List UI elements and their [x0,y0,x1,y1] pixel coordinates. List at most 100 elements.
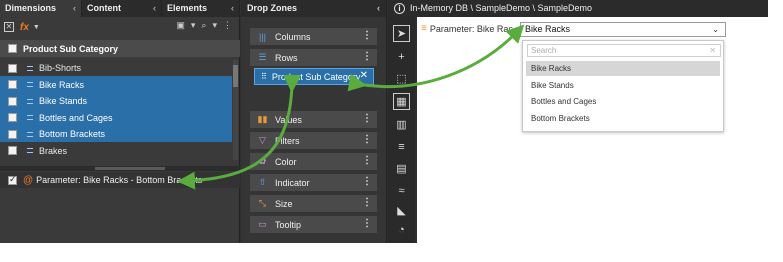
member-checkbox[interactable] [8,80,17,90]
tab-label: Content [87,3,121,13]
more-icon[interactable]: ⋮ [362,51,372,62]
member-label: Bottom Brackets [39,129,106,140]
zone-size[interactable]: ⤡ Size ⋮ [250,195,377,212]
palette-icon: ✿ [258,156,267,166]
drag-handle-icon[interactable]: ⠿ [261,72,267,81]
selected-value: Bike Racks [525,24,571,34]
member-checkbox[interactable] [8,96,17,106]
level-icon [27,82,33,88]
more-icon[interactable]: ⋮ [362,218,372,229]
member-checkbox[interactable] [8,63,17,73]
hierarchy-header[interactable]: Product Sub Category [0,40,240,57]
breadcrumb: In-Memory DB \ SampleDemo \ SampleDemo [410,3,593,13]
chevron-down-icon[interactable]: ⌄ [712,23,719,36]
tab-content[interactable]: Content ‹ [82,0,162,17]
more-icon[interactable]: ⋮ [223,20,232,31]
more-icon[interactable]: ⋮ [362,30,372,41]
zone-columns[interactable]: ||| Columns ⋮ [250,28,377,45]
parameter-item[interactable]: @ Parameter: Bike Racks - Bottom Bracket… [0,172,240,188]
area-chart-icon[interactable]: ◣ [393,203,410,220]
rows-chip[interactable]: ⠿ Product Sub Category ✕ [254,68,374,85]
report-canvas[interactable]: ≡ Parameter: Bike Rac... Bike Racks ⌄ Se… [417,17,768,243]
more-icon[interactable]: ⋮ [362,197,372,208]
list-item[interactable]: Bottom Brackets [0,125,232,143]
grid-icon[interactable]: ▤ [393,161,410,178]
chevron-left-icon[interactable]: ‹ [377,0,380,17]
close-icon[interactable]: ✕ [709,45,716,56]
search-icon[interactable]: ⌕ [201,20,206,31]
zone-label: Columns [275,31,311,42]
parameter-dropdown[interactable]: Bike Racks ⌄ [520,22,726,37]
zone-tooltip[interactable]: ▭ Tooltip ⋮ [250,216,377,233]
chevron-down-icon[interactable]: ▾ [191,20,196,31]
zone-label: Color [275,156,297,167]
line-chart-icon[interactable]: ≈ [393,183,410,200]
chevron-left-icon[interactable]: ‹ [73,0,76,17]
member-label: Bib-Shorts [39,63,82,74]
bar-chart-icon[interactable]: ▥ [393,117,410,134]
level-icon [27,148,33,154]
list-item[interactable]: Bib-Shorts [0,60,232,76]
chevron-down-icon[interactable]: ▼ [33,24,40,31]
parameter-label: Parameter: Bike Racks - Bottom Brackets [36,175,203,185]
size-icon: ⤡ [258,198,267,208]
formula-icon[interactable]: fx [20,22,29,33]
search-input[interactable]: Search ✕ [527,44,721,57]
zone-label: Size [275,198,293,209]
tab-elements[interactable]: Elements ‹ [162,0,240,17]
zone-filters[interactable]: ▽ Filters ⋮ [250,132,377,149]
scrollbar-thumb[interactable] [233,65,238,87]
parameter-icon: ≡ [421,23,427,34]
dropdown-option[interactable]: Bike Racks [526,61,720,76]
toolbar-right-tools: ▣ ▾ ⌕ ▾ ⋮ [176,20,232,31]
zone-indicator[interactable]: ⇧ Indicator ⋮ [250,174,377,191]
zone-label: Indicator [275,177,310,188]
pie-chart-icon[interactable]: ◔ [393,222,410,239]
zone-rows[interactable]: ☰ Rows ⋮ [250,49,377,66]
more-icon[interactable]: ⋮ [362,113,372,124]
dropdown-option[interactable]: Bottles and Cages [526,94,720,109]
clear-selection-icon[interactable]: ✕ [4,22,14,32]
zone-label: Filters [275,135,300,146]
zone-color[interactable]: ✿ Color ⋮ [250,153,377,170]
columns-icon: ||| [258,31,266,42]
member-label: Bottles and Cages [39,112,113,123]
chevron-left-icon[interactable]: ‹ [231,0,234,17]
close-icon[interactable]: ✕ [360,70,368,81]
list-item[interactable]: Bike Stands [0,92,232,110]
chevron-down-icon[interactable]: ▾ [212,20,217,31]
list-item[interactable]: Bike Racks [0,76,232,93]
marquee-select-icon[interactable]: ⬚ [393,71,410,88]
member-checkbox[interactable] [8,113,17,123]
list-item[interactable]: Bottles and Cages [0,109,232,126]
more-icon[interactable]: ⋮ [362,155,372,166]
left-panel: Dimensions ‹ Content ‹ Elements ‹ ✕ fx ▼… [0,0,240,243]
parameter-selector-label: ≡ Parameter: Bike Rac... [421,23,520,34]
horizontal-scrollbar[interactable] [0,166,240,171]
member-label: Brakes [39,145,68,156]
crosshair-icon[interactable]: + [393,49,410,66]
zone-values[interactable]: ▮▮ Values ⋮ [250,111,377,128]
chevron-left-icon[interactable]: ‹ [153,0,156,17]
indicator-icon: ⇧ [258,177,267,187]
table-icon[interactable]: ▦ [393,93,410,110]
dropdown-option[interactable]: Bike Stands [526,78,720,93]
info-icon[interactable]: i [394,3,405,14]
tab-dimensions[interactable]: Dimensions ‹ [0,0,82,17]
level-icon [27,65,33,71]
folder-icon[interactable]: ▣ [176,20,185,31]
app-window: Dimensions ‹ Content ‹ Elements ‹ ✕ fx ▼… [0,0,768,243]
vertical-scrollbar[interactable] [233,60,238,160]
list-icon[interactable]: ≡ [393,139,410,156]
parameter-checkbox[interactable] [8,174,17,185]
more-icon[interactable]: ⋮ [362,134,372,145]
more-icon[interactable]: ⋮ [362,176,372,187]
scrollbar-thumb[interactable] [95,167,165,170]
dropdown-option[interactable]: Bottom Brackets [526,111,720,126]
member-checkbox[interactable] [8,146,17,156]
canvas-header: i In-Memory DB \ SampleDemo \ SampleDemo [388,0,768,17]
pointer-icon[interactable]: ➤ [393,25,410,42]
list-item[interactable]: Brakes [0,142,232,158]
member-checkbox[interactable] [8,129,17,139]
select-all-checkbox[interactable] [8,44,17,53]
